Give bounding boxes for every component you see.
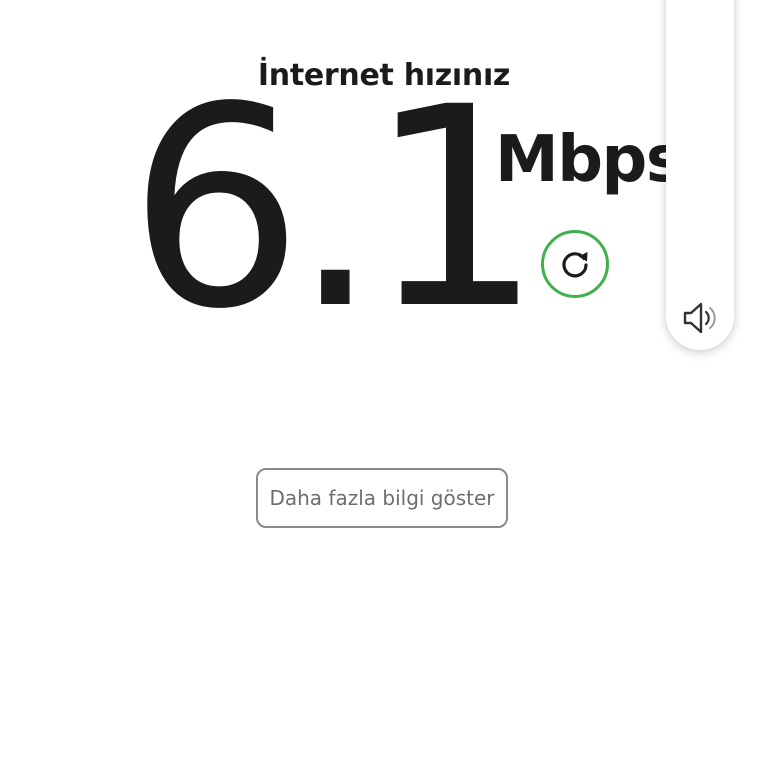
sound-toggle-button[interactable]: [678, 296, 724, 340]
speed-unit: Mbps: [495, 123, 684, 197]
refresh-button[interactable]: [541, 230, 609, 298]
show-more-info-button[interactable]: Daha fazla bilgi göster: [256, 468, 508, 528]
speed-value: 6.1: [128, 49, 543, 370]
speaker-icon: [683, 302, 716, 334]
refresh-icon: [562, 252, 588, 278]
